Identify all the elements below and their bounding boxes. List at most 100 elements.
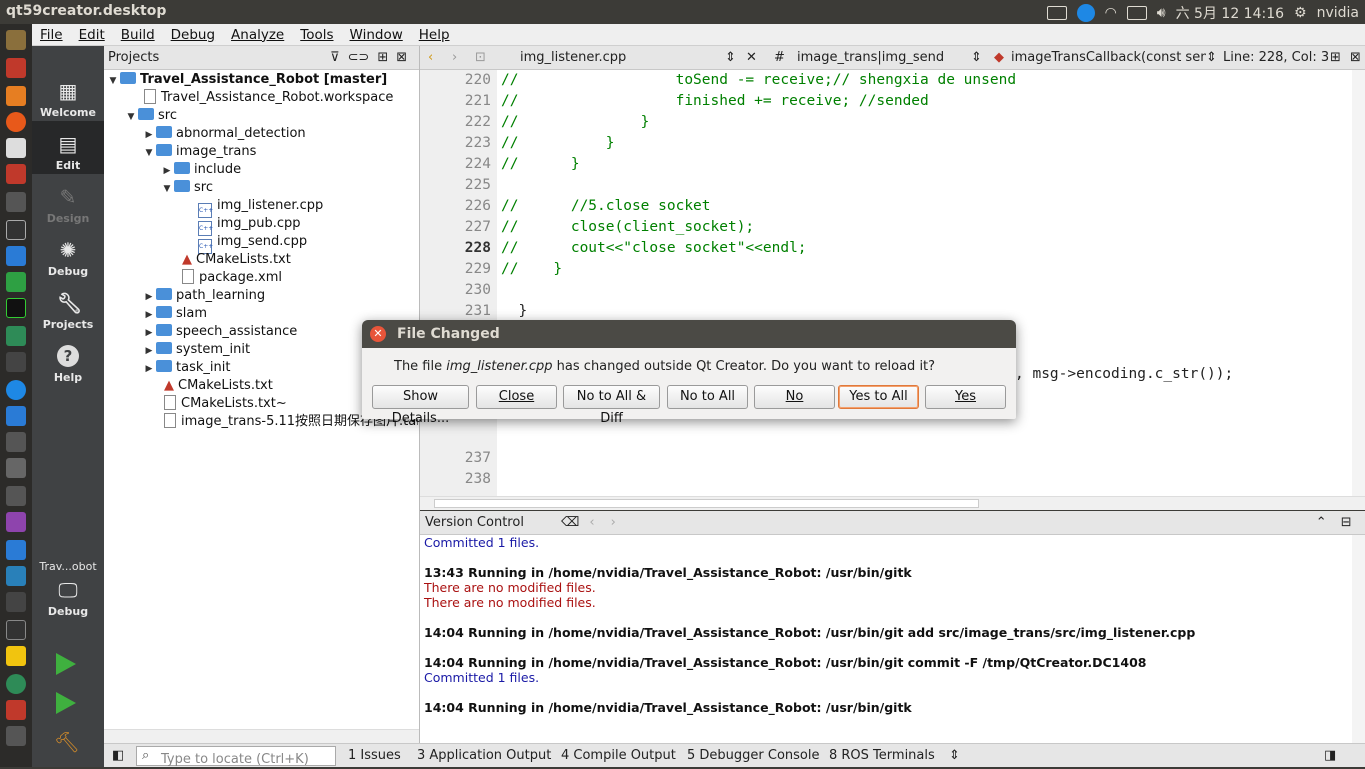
filter-icon[interactable]: ⊽ (330, 50, 340, 65)
teamviewer-icon[interactable] (1076, 4, 1095, 22)
tree-item-inner-src[interactable]: ▼ src (160, 179, 213, 197)
chevron-right-icon[interactable]: ▶ (142, 126, 156, 144)
settings-icon[interactable] (6, 164, 26, 184)
no-to-all-diff-button[interactable]: No to All & Diff (563, 385, 660, 426)
hscroll-thumb[interactable] (434, 499, 979, 508)
trash-icon[interactable] (6, 726, 26, 746)
yes-to-all-button[interactable]: Yes to All (838, 385, 919, 409)
tab-issues[interactable]: 1 Issues (348, 748, 401, 763)
function-dropdown-icon[interactable]: ⇕ (1206, 50, 1217, 65)
tab-debugger-console[interactable]: 5 Debugger Console (687, 748, 820, 763)
function-selector[interactable]: imageTransCallback(const sen... (1011, 50, 1206, 65)
menu-window[interactable]: Window (342, 27, 411, 43)
editor-icon[interactable] (6, 138, 26, 158)
app-icon-17[interactable] (6, 486, 26, 506)
chevron-down-icon[interactable]: ▼ (160, 180, 174, 198)
app-icon-24[interactable] (6, 674, 26, 694)
app-icon-20[interactable] (6, 566, 26, 586)
tab-application-output[interactable]: 3 Application Output (417, 748, 551, 763)
pycharm-icon[interactable] (6, 298, 26, 318)
tree-item-image-trans[interactable]: ▼ image_trans (142, 143, 256, 161)
app-icon-16[interactable] (6, 458, 26, 478)
files-icon[interactable] (6, 58, 26, 78)
tree-item-cmakelists-image-trans[interactable]: ▲ CMakeLists.txt (182, 251, 291, 269)
tree-item-task-init[interactable]: ▶ task_init (142, 359, 230, 377)
projects-title[interactable]: Projects (108, 50, 318, 65)
next-icon[interactable]: › (611, 515, 616, 530)
vscode-icon[interactable] (6, 540, 26, 560)
editor-hscroll[interactable] (420, 496, 1365, 510)
chevron-right-icon[interactable]: ▶ (160, 162, 174, 180)
tab-ros-terminals[interactable]: 8 ROS Terminals (829, 748, 935, 763)
mode-welcome[interactable]: ▦ Welcome (32, 68, 104, 121)
back-arrow-icon[interactable]: ‹ (428, 50, 433, 65)
chevron-down-icon[interactable]: ▼ (106, 72, 120, 90)
chevron-down-icon[interactable]: ▼ (124, 108, 138, 126)
mode-help[interactable]: ? Help (32, 333, 104, 386)
tree-item-slam[interactable]: ▶ slam (142, 305, 207, 323)
file-tab[interactable]: img_listener.cpp (520, 50, 626, 65)
close-file-icon[interactable]: ✕ (746, 50, 757, 65)
terminal-icon[interactable] (6, 220, 26, 240)
app-icon-6[interactable] (6, 192, 26, 212)
clear-icon[interactable]: ⌫ (561, 515, 579, 530)
app-icon-25[interactable] (6, 700, 26, 720)
kit-selector[interactable]: Trav...obot 🖵︎ Debug (32, 558, 104, 628)
code-area[interactable]: // toSend -= receive;// shengxia de unse… (497, 70, 1352, 496)
close-icon[interactable]: ✕ (370, 326, 386, 342)
editor-vscroll[interactable] (1352, 70, 1365, 496)
debug-run-button[interactable] (56, 692, 76, 714)
app-icon-9[interactable] (6, 272, 26, 292)
volume-icon[interactable]: 🔊︎ (1157, 5, 1166, 21)
menu-debug[interactable]: Debug (163, 27, 223, 43)
gear-icon[interactable]: ⚙ (1294, 5, 1307, 21)
menu-help[interactable]: Help (411, 27, 458, 43)
close-pane-icon[interactable]: ⊠ (396, 50, 407, 65)
no-button[interactable]: No (754, 385, 835, 409)
tree-item-img-pub[interactable]: C++ img_pub.cpp (198, 215, 301, 236)
run-button[interactable] (56, 653, 76, 675)
tree-item-path-learning[interactable]: ▶ path_learning (142, 287, 265, 305)
output-toggle-icon[interactable]: ◨ (1324, 748, 1336, 763)
app-icon-18[interactable] (6, 512, 26, 532)
split-icon[interactable]: ⊞ (377, 50, 388, 65)
wifi-icon[interactable]: ◠ (1105, 5, 1117, 21)
software-icon[interactable] (6, 86, 26, 106)
tree-item-cmakelists-backup[interactable]: CMakeLists.txt~ (164, 395, 287, 413)
locator-input[interactable]: ⌕ Type to locate (Ctrl+K) (136, 746, 336, 767)
lock-icon[interactable]: ⊡ (475, 50, 486, 65)
prev-icon[interactable]: ‹ (589, 515, 594, 530)
chevron-down-icon[interactable]: ▼ (142, 144, 156, 162)
tree-item-src[interactable]: ▼ src (124, 107, 177, 125)
tree-item-workspace[interactable]: Travel_Assistance_Robot.workspace (144, 89, 393, 107)
app-icon-22[interactable] (6, 620, 26, 640)
tree-item-package-xml[interactable]: package.xml (182, 269, 282, 287)
menu-edit[interactable]: Edit (71, 27, 113, 43)
battery-icon[interactable] (1126, 6, 1147, 20)
log-vscroll[interactable] (1352, 535, 1365, 743)
clock[interactable]: 六 5月 12 14:16 (1176, 3, 1284, 23)
tabs-dropdown-icon[interactable]: ⇕ (949, 748, 960, 763)
tree-item-cmakelists-src[interactable]: ▲ CMakeLists.txt (164, 377, 273, 395)
split-editor-icon[interactable]: ⊞ (1330, 50, 1341, 65)
close-button[interactable]: Close (476, 385, 557, 409)
tree-item-include[interactable]: ▶ include (160, 161, 241, 179)
close-editor-icon[interactable]: ⊠ (1350, 50, 1361, 65)
build-hammer-icon[interactable]: 🔨︎ (54, 730, 79, 754)
cursor-position[interactable]: Line: 228, Col: 3 (1223, 50, 1329, 65)
forward-arrow-icon[interactable]: › (452, 50, 457, 65)
no-to-all-button[interactable]: No to All (667, 385, 748, 409)
ubuntu-icon[interactable] (6, 30, 26, 50)
maximize-icon[interactable]: ⌃ (1316, 515, 1327, 530)
chevron-right-icon[interactable]: ▶ (142, 306, 156, 324)
menu-tools[interactable]: Tools (292, 27, 341, 43)
app-icon-14[interactable] (6, 406, 26, 426)
chevron-right-icon[interactable]: ▶ (142, 342, 156, 360)
tree-item-speech-assistance[interactable]: ▶ speech_assistance (142, 323, 297, 341)
tree-item-img-listener[interactable]: C++ img_listener.cpp (198, 197, 323, 218)
show-details-button[interactable]: Show Details... (372, 385, 469, 426)
app-icon-15[interactable] (6, 432, 26, 452)
menu-build[interactable]: Build (113, 27, 163, 43)
tab-compile-output[interactable]: 4 Compile Output (561, 748, 676, 763)
file-tab-dropdown-icon[interactable]: ⇕ (725, 50, 736, 65)
